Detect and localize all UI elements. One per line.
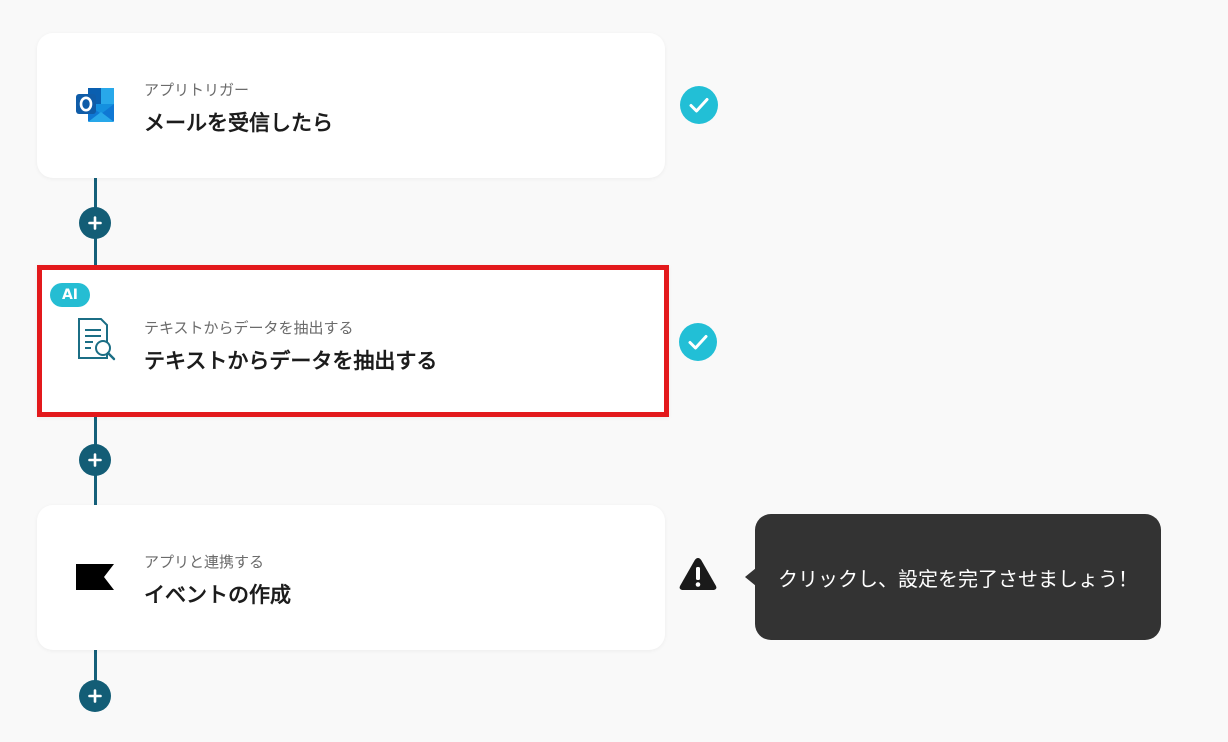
step-title: メールを受信したら: [144, 111, 333, 135]
step-title: テキストからデータを抽出する: [144, 349, 438, 373]
step-category-label: アプリトリガー: [144, 81, 250, 99]
flow-canvas: アプリトリガー メールを受信したら AI テキストからデータを抽出する テキスト…: [0, 0, 1228, 742]
setup-tooltip: クリックし、設定を完了させましょう！: [755, 514, 1161, 640]
document-search-icon: [73, 317, 117, 361]
plus-icon: [88, 453, 102, 467]
add-step-button[interactable]: [79, 444, 111, 476]
plus-icon: [88, 216, 102, 230]
warning-icon: [678, 556, 717, 594]
step-card-extract-text[interactable]: AI テキストからデータを抽出する テキストからデータを抽出する: [37, 265, 669, 417]
tooltip-text: クリックし、設定を完了させましょう！: [778, 566, 1138, 591]
step-card-trigger[interactable]: アプリトリガー メールを受信したら: [37, 33, 665, 178]
step-card-create-event[interactable]: アプリと連携する イベントの作成: [37, 505, 665, 650]
plus-icon: [88, 689, 102, 703]
step-category-label: テキストからデータを抽出する: [144, 319, 354, 337]
ai-badge: AI: [50, 283, 90, 307]
check-circle-icon: [680, 86, 718, 124]
step-title: イベントの作成: [144, 583, 291, 607]
add-step-button[interactable]: [79, 680, 111, 712]
outlook-icon: [73, 83, 117, 127]
add-step-button[interactable]: [79, 207, 111, 239]
check-circle-icon: [679, 323, 717, 361]
black-flag-icon: [73, 555, 117, 599]
step-category-label: アプリと連携する: [144, 553, 265, 571]
